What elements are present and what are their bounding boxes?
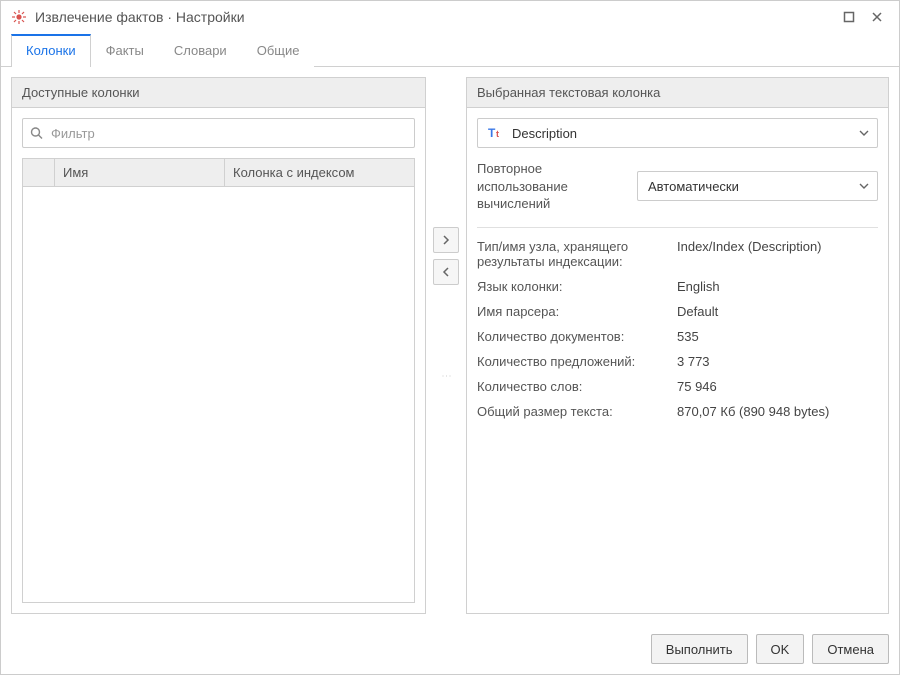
reuse-label: Повторное использование вычислений	[477, 160, 627, 213]
info-node: Тип/имя узла, хранящего результаты индек…	[477, 234, 878, 274]
info-size-value: 870,07 Кб (890 948 bytes)	[677, 404, 878, 419]
column-select-value: Description	[512, 126, 577, 141]
window-title: Извлечение фактов · Настройки	[35, 9, 833, 25]
filter-wrap	[22, 118, 415, 148]
filter-input[interactable]	[22, 118, 415, 148]
info-lang-label: Язык колонки:	[477, 279, 677, 294]
move-left-button[interactable]	[433, 259, 459, 285]
app-icon	[11, 9, 27, 25]
table-header: Имя Колонка с индексом	[23, 159, 414, 187]
tab-facts[interactable]: Факты	[91, 34, 159, 67]
info-parser-label: Имя парсера:	[477, 304, 677, 319]
info-size-label: Общий размер текста:	[477, 404, 677, 419]
close-button[interactable]	[865, 5, 889, 29]
maximize-button[interactable]	[837, 5, 861, 29]
divider	[477, 227, 878, 228]
info-sentences: Количество предложений: 3 773	[477, 349, 878, 374]
tab-general[interactable]: Общие	[242, 34, 315, 67]
caret-down-icon	[859, 183, 869, 189]
column-select[interactable]: Tt Description	[477, 118, 878, 148]
svg-text:t: t	[496, 129, 499, 139]
info-parser-value: Default	[677, 304, 878, 319]
info-node-label: Тип/имя узла, хранящего результаты индек…	[477, 239, 677, 269]
transfer-buttons: ⋮	[426, 77, 466, 614]
move-right-button[interactable]	[433, 227, 459, 253]
info-sent-value: 3 773	[677, 354, 878, 369]
info-size: Общий размер текста: 870,07 Кб (890 948 …	[477, 399, 878, 424]
available-columns-title: Доступные колонки	[12, 78, 425, 108]
selected-column-title: Выбранная текстовая колонка	[467, 78, 888, 108]
titlebar: Извлечение фактов · Настройки	[1, 1, 899, 33]
table-header-name[interactable]: Имя	[55, 159, 225, 186]
table-header-blank[interactable]	[23, 159, 55, 186]
resize-handle[interactable]: ⋮	[441, 371, 452, 382]
settings-window: Извлечение фактов · Настройки Колонки Фа…	[0, 0, 900, 675]
available-columns-panel: Доступные колонки Имя Колонка с индексом	[11, 77, 426, 614]
info-docs-label: Количество документов:	[477, 329, 677, 344]
info-lang: Язык колонки: English	[477, 274, 878, 299]
reuse-select[interactable]: Автоматически	[637, 171, 878, 201]
info-sent-label: Количество предложений:	[477, 354, 677, 369]
tabs: Колонки Факты Словари Общие	[1, 33, 899, 67]
info-node-value: Index/Index (Description)	[677, 239, 878, 269]
svg-text:T: T	[488, 126, 496, 140]
cancel-button[interactable]: Отмена	[812, 634, 889, 664]
info-docs-value: 535	[677, 329, 878, 344]
info-docs: Количество документов: 535	[477, 324, 878, 349]
tab-columns[interactable]: Колонки	[11, 34, 91, 67]
reuse-select-value: Автоматически	[648, 179, 739, 194]
table-header-index[interactable]: Колонка с индексом	[225, 159, 414, 186]
footer: Выполнить OK Отмена	[1, 624, 899, 674]
caret-down-icon	[859, 130, 869, 136]
info-parser: Имя парсера: Default	[477, 299, 878, 324]
info-lang-value: English	[677, 279, 878, 294]
selected-column-panel: Выбранная текстовая колонка Tt Descripti…	[466, 77, 889, 614]
info-words-label: Количество слов:	[477, 379, 677, 394]
tab-dictionaries[interactable]: Словари	[159, 34, 242, 67]
info-words: Количество слов: 75 946	[477, 374, 878, 399]
columns-table: Имя Колонка с индексом	[22, 158, 415, 603]
text-column-icon: Tt	[488, 126, 504, 140]
ok-button[interactable]: OK	[756, 634, 805, 664]
info-words-value: 75 946	[677, 379, 878, 394]
content: Доступные колонки Имя Колонка с индексом	[1, 67, 899, 624]
execute-button[interactable]: Выполнить	[651, 634, 748, 664]
